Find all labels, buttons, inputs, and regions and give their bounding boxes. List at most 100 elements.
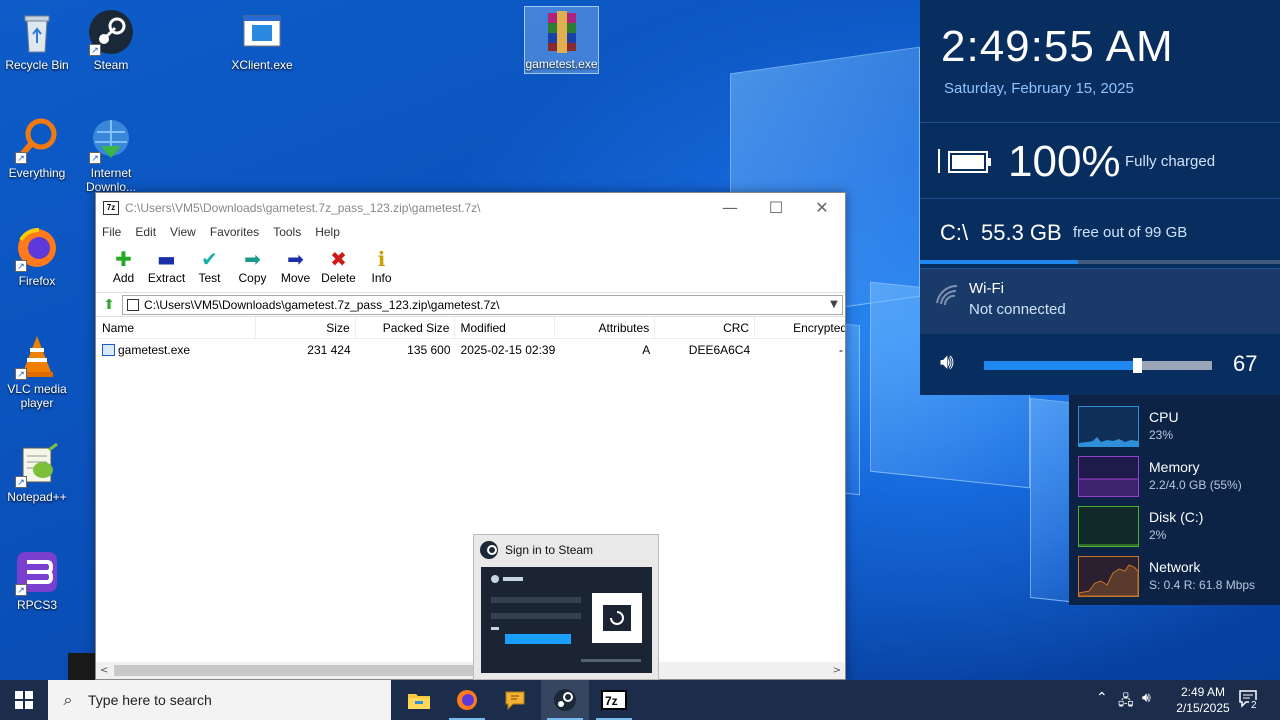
perf-memory[interactable]: Memory 2.2/4.0 GB (55%) <box>1069 450 1280 500</box>
vlc-icon: ↗ <box>13 332 61 380</box>
taskbar-clock[interactable]: 2:49 AM 2/15/2025 <box>1168 684 1238 716</box>
file-explorer-icon <box>408 694 430 709</box>
column-size[interactable]: Size <box>256 317 356 338</box>
delete-label: Delete <box>321 271 356 285</box>
everything-search-icon: ↗ <box>13 116 61 164</box>
desktop-icon-xclient[interactable]: XClient.exe <box>222 8 302 72</box>
menu-help[interactable]: Help <box>315 223 340 243</box>
add-button[interactable]: ✚ Add <box>102 243 145 292</box>
volume-value: 67 <box>1233 351 1258 376</box>
7zip-app-icon: 7z <box>103 201 119 215</box>
taskbar-steam[interactable] <box>541 680 589 720</box>
chevron-down-icon[interactable]: ▼ <box>826 299 842 310</box>
menu-view[interactable]: View <box>170 223 196 243</box>
column-packed-size[interactable]: Packed Size <box>356 317 456 338</box>
taskbar: ⌕ Type here to search 7z ⌃ 🖧︎ 🔊︎ 2:49 AM… <box>0 680 1280 720</box>
window-titlebar[interactable]: 7z C:\Users\VM5\Downloads\gametest.7z_pa… <box>96 193 845 223</box>
desktop-icon-everything[interactable]: ↗ Everything <box>0 116 77 180</box>
delete-x-icon: ✖ <box>330 247 347 271</box>
volume-slider[interactable] <box>984 358 1212 373</box>
desktop-icon-rpcs3[interactable]: ↗ RPCS3 <box>0 548 77 612</box>
desktop-icon-vlc[interactable]: ↗ VLC media player <box>0 332 77 410</box>
column-attributes[interactable]: Attributes <box>555 317 656 338</box>
taskbar-search-box[interactable]: ⌕ Type here to search <box>48 680 391 720</box>
copy-arrow-icon: ➡ <box>244 247 261 271</box>
test-button[interactable]: ✔ Test <box>188 243 231 292</box>
shortcut-arrow-icon: ↗ <box>15 260 27 272</box>
scroll-left-icon[interactable]: < <box>100 665 108 676</box>
perf-disk[interactable]: Disk (C:) 2% <box>1069 500 1280 550</box>
network-graph <box>1078 556 1139 597</box>
shortcut-arrow-icon: ↗ <box>89 152 101 164</box>
wifi-name: Wi-Fi <box>969 280 1004 297</box>
steam-window-thumbnail[interactable] <box>481 567 652 673</box>
plus-icon: ✚ <box>115 247 132 271</box>
close-button[interactable]: ✕ <box>799 193 845 223</box>
clock-time: 2:49:55 AM <box>941 22 1174 71</box>
cpu-graph <box>1078 406 1139 447</box>
file-attributes: A <box>642 343 651 357</box>
archive-folder-icon <box>127 298 139 311</box>
wifi-section[interactable]: Wi-Fi Not connected <box>920 268 1280 334</box>
taskbar-firefox[interactable] <box>443 680 491 720</box>
rpcs3-icon: ↗ <box>13 548 61 596</box>
icon-label: Internet Downlo... <box>85 166 137 194</box>
menu-edit[interactable]: Edit <box>135 223 156 243</box>
info-button[interactable]: ℹ Info <box>360 243 403 292</box>
file-size: 231 424 <box>307 343 351 357</box>
desktop-icon-firefox[interactable]: ↗ Firefox <box>0 224 77 288</box>
taskbar-7zip[interactable]: 7z <box>590 680 638 720</box>
icon-label: Notepad++ <box>7 490 67 504</box>
disk-detail: free out of 99 GB <box>1073 224 1188 241</box>
taskbar-chat-app[interactable] <box>491 680 539 720</box>
column-modified[interactable]: Modified <box>455 317 556 338</box>
system-status-panel: 2:49:55 AM Saturday, February 15, 2025 1… <box>920 0 1280 395</box>
scroll-right-icon[interactable]: > <box>833 665 841 676</box>
column-encrypted[interactable]: Encrypted <box>755 317 845 338</box>
desktop-icon-gametest[interactable]: gametest.exe <box>524 6 599 74</box>
menu-favorites[interactable]: Favorites <box>210 223 259 243</box>
icon-label: Steam <box>93 58 129 72</box>
steam-taskbar-preview[interactable]: Sign in to Steam <box>473 534 659 680</box>
volume-slider-thumb[interactable] <box>1132 358 1142 373</box>
winrar-archive-icon <box>538 7 586 55</box>
column-crc[interactable]: CRC <box>655 317 756 338</box>
address-field[interactable]: C:\Users\VM5\Downloads\gametest.7z_pass_… <box>122 294 843 315</box>
desktop-icon-recycle-bin[interactable]: Recycle Bin <box>0 8 77 72</box>
add-label: Add <box>112 271 135 285</box>
speaker-icon[interactable]: 🔊︎ <box>940 350 954 375</box>
column-name[interactable]: Name <box>96 317 256 338</box>
desktop-icon-internet-download-manager[interactable]: ↗ Internet Downlo... <box>71 116 151 194</box>
perf-network[interactable]: Network S: 0.4 R: 61.8 Mbps <box>1069 550 1280 600</box>
window-title: C:\Users\VM5\Downloads\gametest.7z_pass_… <box>125 201 481 215</box>
horizontal-scrollbar[interactable]: < > <box>96 662 845 679</box>
minimize-button[interactable]: — <box>707 193 753 223</box>
folder-up-icon[interactable]: ⬆ <box>96 296 122 313</box>
icon-label: Recycle Bin <box>5 58 69 72</box>
taskbar-file-explorer[interactable] <box>395 680 443 720</box>
clock-date: Saturday, February 15, 2025 <box>944 80 1134 97</box>
shortcut-arrow-icon: ↗ <box>15 584 27 596</box>
background-window-edge <box>68 653 95 680</box>
desktop-icon-notepad-plus-plus[interactable]: ↗ Notepad++ <box>0 440 77 504</box>
delete-button[interactable]: ✖ Delete <box>317 243 360 292</box>
battery-section: 100% Fully charged <box>920 122 1280 198</box>
file-encrypted: - <box>839 343 844 357</box>
menu-tools[interactable]: Tools <box>273 223 301 243</box>
file-name-cell: gametest.exe <box>96 339 256 361</box>
perf-cpu[interactable]: CPU 23% <box>1069 400 1280 450</box>
chevron-up-icon[interactable]: ⌃ <box>1096 690 1108 706</box>
network-icon[interactable]: 🖧︎ <box>1118 690 1134 714</box>
menu-file[interactable]: File <box>102 223 121 243</box>
volume-icon[interactable]: 🔊︎ <box>1142 690 1151 706</box>
copy-button[interactable]: ➡ Copy <box>231 243 274 292</box>
cpu-label: CPU <box>1149 409 1179 425</box>
move-button[interactable]: ➡ Move <box>274 243 317 292</box>
desktop-icon-steam[interactable]: ↗ Steam <box>71 8 151 72</box>
start-button[interactable] <box>0 680 48 720</box>
7zip-file-manager-window: 7z C:\Users\VM5\Downloads\gametest.7z_pa… <box>95 192 846 680</box>
file-row[interactable]: gametest.exe 231 424 135 600 2025-02-15 … <box>96 339 845 361</box>
maximize-button[interactable]: ☐ <box>753 193 799 223</box>
extract-button[interactable]: ▬ Extract <box>145 243 188 292</box>
network-value: S: 0.4 R: 61.8 Mbps <box>1149 578 1256 592</box>
